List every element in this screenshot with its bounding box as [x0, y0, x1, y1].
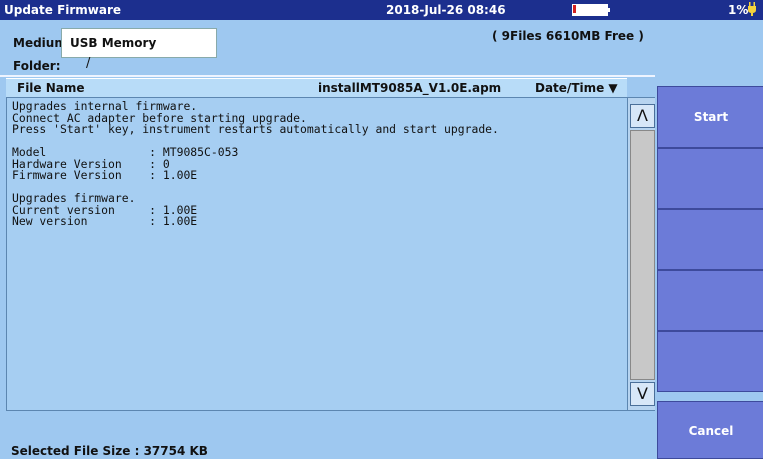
ac-plug-icon	[748, 2, 756, 16]
free-space-info: ( 9Files 6610MB Free )	[492, 29, 644, 43]
upgrade-info-text: Upgrades internal firmware. Connect AC a…	[12, 99, 499, 228]
folder-label: Folder:	[13, 59, 61, 73]
window-title: Update Firmware	[4, 3, 122, 17]
file-list-header: File Name installMT9085A_V1.0E.apm Date/…	[6, 78, 627, 98]
status-bar: Update Firmware 2018-Jul-26 08:46 1%	[0, 0, 763, 20]
column-date-time[interactable]: Date/Time ▼	[535, 81, 618, 95]
start-button[interactable]: Start	[657, 86, 763, 148]
clock: 2018-Jul-26 08:46	[386, 3, 506, 17]
selected-file-name: installMT9085A_V1.0E.apm	[318, 81, 502, 95]
battery-level	[573, 5, 576, 13]
medium-value: USB Memory	[70, 36, 157, 50]
upgrade-info-panel: Upgrades internal firmware. Connect AC a…	[6, 97, 629, 411]
battery-icon	[572, 4, 610, 16]
divider	[0, 75, 655, 77]
selected-file-size: Selected File Size : 37754 KB	[11, 444, 208, 458]
cancel-button[interactable]: Cancel	[657, 401, 763, 459]
battery-percent: 1%	[728, 3, 749, 17]
scroll-track[interactable]	[630, 130, 655, 380]
function-key-3[interactable]	[657, 209, 763, 270]
function-key-2[interactable]	[657, 148, 763, 209]
scroll-down-icon[interactable]: V	[630, 382, 655, 406]
scroll-up-icon[interactable]: Λ	[630, 104, 655, 128]
function-key-5[interactable]	[657, 331, 763, 392]
folder-value: /	[86, 56, 91, 71]
function-key-4[interactable]	[657, 270, 763, 331]
scrollbar[interactable]: Λ V	[627, 97, 656, 411]
column-file-name[interactable]: File Name	[17, 81, 85, 95]
